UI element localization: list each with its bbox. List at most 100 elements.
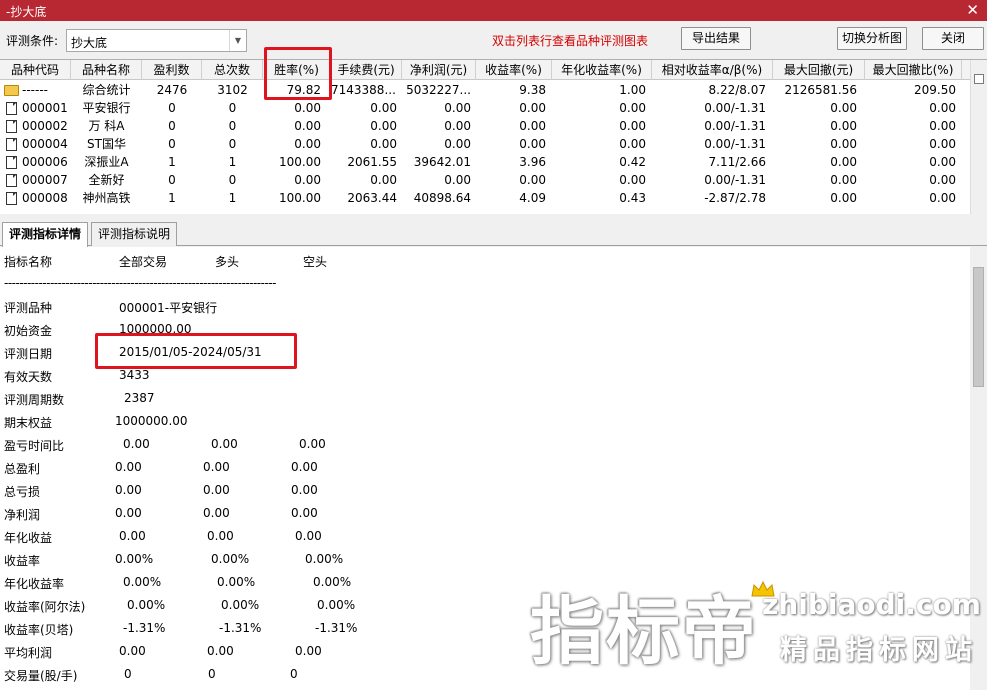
col-header-code[interactable]: 品种代码 xyxy=(0,60,71,80)
switch-chart-button[interactable]: 切换分析图 xyxy=(837,27,907,50)
tab-metric-description[interactable]: 评测指标说明 xyxy=(91,222,178,246)
detail-separator: ----------------------------------------… xyxy=(4,276,276,290)
cell-code: 000004 xyxy=(22,137,68,151)
metric-long: 0.00 xyxy=(203,506,230,520)
cell-drawdown-ratio: 0.00 xyxy=(929,155,956,169)
export-button[interactable]: 导出结果 xyxy=(681,27,751,50)
col-header-drawdown-ratio[interactable]: 最大回撤比(%) xyxy=(865,60,962,80)
col-header-fee[interactable]: 手续费(元) xyxy=(331,60,402,80)
detail-header-all: 全部交易 xyxy=(119,255,168,269)
cell-total: 0 xyxy=(228,119,237,133)
metric-all: 0.00 xyxy=(115,506,142,520)
cell-code: ------ xyxy=(22,83,48,97)
col-header-alphabeta[interactable]: 相对收益率α/β(%) xyxy=(652,60,773,80)
metric-short: 0.00 xyxy=(291,506,318,520)
cell-alphabeta: 0.00/-1.31 xyxy=(704,119,766,133)
metric-short: 0.00% xyxy=(313,575,352,589)
cell-wins: 0 xyxy=(168,101,176,115)
cell-drawdown: 0.00 xyxy=(830,173,857,187)
metric-label: 收益率(阿尔法) xyxy=(4,600,86,614)
column-settings-icon[interactable] xyxy=(974,74,984,84)
cell-netprofit: 0.00 xyxy=(444,137,471,151)
cell-total: 0 xyxy=(228,137,237,151)
col-header-total[interactable]: 总次数 xyxy=(202,60,263,80)
cell-winrate: 0.00 xyxy=(294,173,321,187)
info-value: 1000000.00 xyxy=(115,414,188,428)
cell-annual: 0.00 xyxy=(619,173,646,187)
metric-label: 总盈利 xyxy=(4,462,41,476)
highlight-box-date xyxy=(95,333,297,369)
metric-short: 0.00 xyxy=(291,483,318,497)
cell-alphabeta: 0.00/-1.31 xyxy=(704,173,766,187)
cell-return: 0.00 xyxy=(519,173,546,187)
table-row[interactable]: 000004 ST国华 0 0 0.00 0.00 0.00 0.00 0.00… xyxy=(0,135,970,153)
cell-total: 1 xyxy=(228,191,237,205)
info-value: 2387 xyxy=(124,391,155,405)
col-header-return[interactable]: 收益率(%) xyxy=(476,60,552,80)
cell-alphabeta: 0.00/-1.31 xyxy=(704,101,766,115)
metric-long: 0.00 xyxy=(203,460,230,474)
cell-netprofit: 40898.64 xyxy=(413,191,471,205)
info-label: 有效天数 xyxy=(4,370,53,384)
table-row[interactable]: 000007 全新好 0 0 0.00 0.00 0.00 0.00 0.00 … xyxy=(0,171,970,189)
info-value: 3433 xyxy=(119,368,150,382)
cell-annual: 0.42 xyxy=(619,155,646,169)
metric-long: 0.00 xyxy=(207,644,234,658)
cell-fee: 0.00 xyxy=(370,137,397,151)
col-header-wins[interactable]: 盈利数 xyxy=(142,60,202,80)
info-value: 000001-平安银行 xyxy=(119,301,218,315)
folder-icon xyxy=(4,85,19,96)
table-row[interactable]: 000002 万 科A 0 0 0.00 0.00 0.00 0.00 0.00… xyxy=(0,117,970,135)
cell-name: 综合统计 xyxy=(82,83,131,97)
table-row[interactable]: 000006 深振业A 1 1 100.00 2061.55 39642.01 … xyxy=(0,153,970,171)
cell-code: 000007 xyxy=(22,173,68,187)
cell-alphabeta: 0.00/-1.31 xyxy=(704,137,766,151)
table-row[interactable]: 000008 神州高铁 1 1 100.00 2063.44 40898.64 … xyxy=(0,189,970,207)
condition-label: 评测条件: xyxy=(6,34,59,48)
document-icon xyxy=(6,192,17,205)
table-row[interactable]: ------ 综合统计 2476 3102 79.82 7143388.... … xyxy=(0,81,970,99)
document-icon xyxy=(6,138,17,151)
detail-header-metric: 指标名称 xyxy=(4,255,53,269)
cell-netprofit: 0.00 xyxy=(444,119,471,133)
close-button[interactable]: 关闭 xyxy=(922,27,984,50)
cell-fee: 0.00 xyxy=(370,119,397,133)
table-scrollbar[interactable] xyxy=(970,60,987,214)
scrollbar-thumb[interactable] xyxy=(973,267,984,387)
cell-winrate: 0.00 xyxy=(294,137,321,151)
watermark: 指标帝 zhibiaodi.com 精品指标网站 xyxy=(530,572,981,687)
cell-winrate: 100.00 xyxy=(279,155,321,169)
cell-wins: 1 xyxy=(168,155,176,169)
col-header-netprofit[interactable]: 净利润(元) xyxy=(402,60,476,80)
cell-winrate: 0.00 xyxy=(294,101,321,115)
metric-short: 0.00 xyxy=(295,529,322,543)
metric-long: -1.31% xyxy=(219,621,262,635)
col-header-annual[interactable]: 年化收益率(%) xyxy=(552,60,652,80)
metric-all: 0 xyxy=(124,667,132,681)
metric-all: 0.00 xyxy=(123,437,150,451)
cell-annual: 0.43 xyxy=(619,191,646,205)
document-icon xyxy=(6,102,17,115)
col-header-drawdown[interactable]: 最大回撤(元) xyxy=(773,60,865,80)
cell-annual: 0.00 xyxy=(619,101,646,115)
chevron-down-icon[interactable]: ▼ xyxy=(229,30,246,51)
metric-all: 0.00 xyxy=(115,483,142,497)
close-icon[interactable]: ✕ xyxy=(966,1,979,19)
cell-drawdown-ratio: 209.50 xyxy=(914,83,956,97)
cell-total: 1 xyxy=(228,155,237,169)
document-icon xyxy=(6,156,17,169)
tab-metric-details[interactable]: 评测指标详情 xyxy=(2,222,89,247)
cell-fee: 2061.55 xyxy=(347,155,397,169)
cell-return: 9.38 xyxy=(519,83,546,97)
metric-long: 0.00 xyxy=(203,483,230,497)
metric-all: 0.00% xyxy=(123,575,162,589)
cell-name: 平安银行 xyxy=(82,101,131,115)
table-row[interactable]: 000001 平安银行 0 0 0.00 0.00 0.00 0.00 0.00… xyxy=(0,99,970,117)
col-header-name[interactable]: 品种名称 xyxy=(71,60,142,80)
cell-drawdown: 0.00 xyxy=(830,137,857,151)
watermark-url: zhibiaodi.com xyxy=(762,588,981,621)
cell-wins: 1 xyxy=(168,191,176,205)
condition-select[interactable]: 抄大底 ▼ xyxy=(66,29,247,52)
metric-short: -1.31% xyxy=(315,621,358,635)
window-title: -抄大底 xyxy=(6,5,47,19)
